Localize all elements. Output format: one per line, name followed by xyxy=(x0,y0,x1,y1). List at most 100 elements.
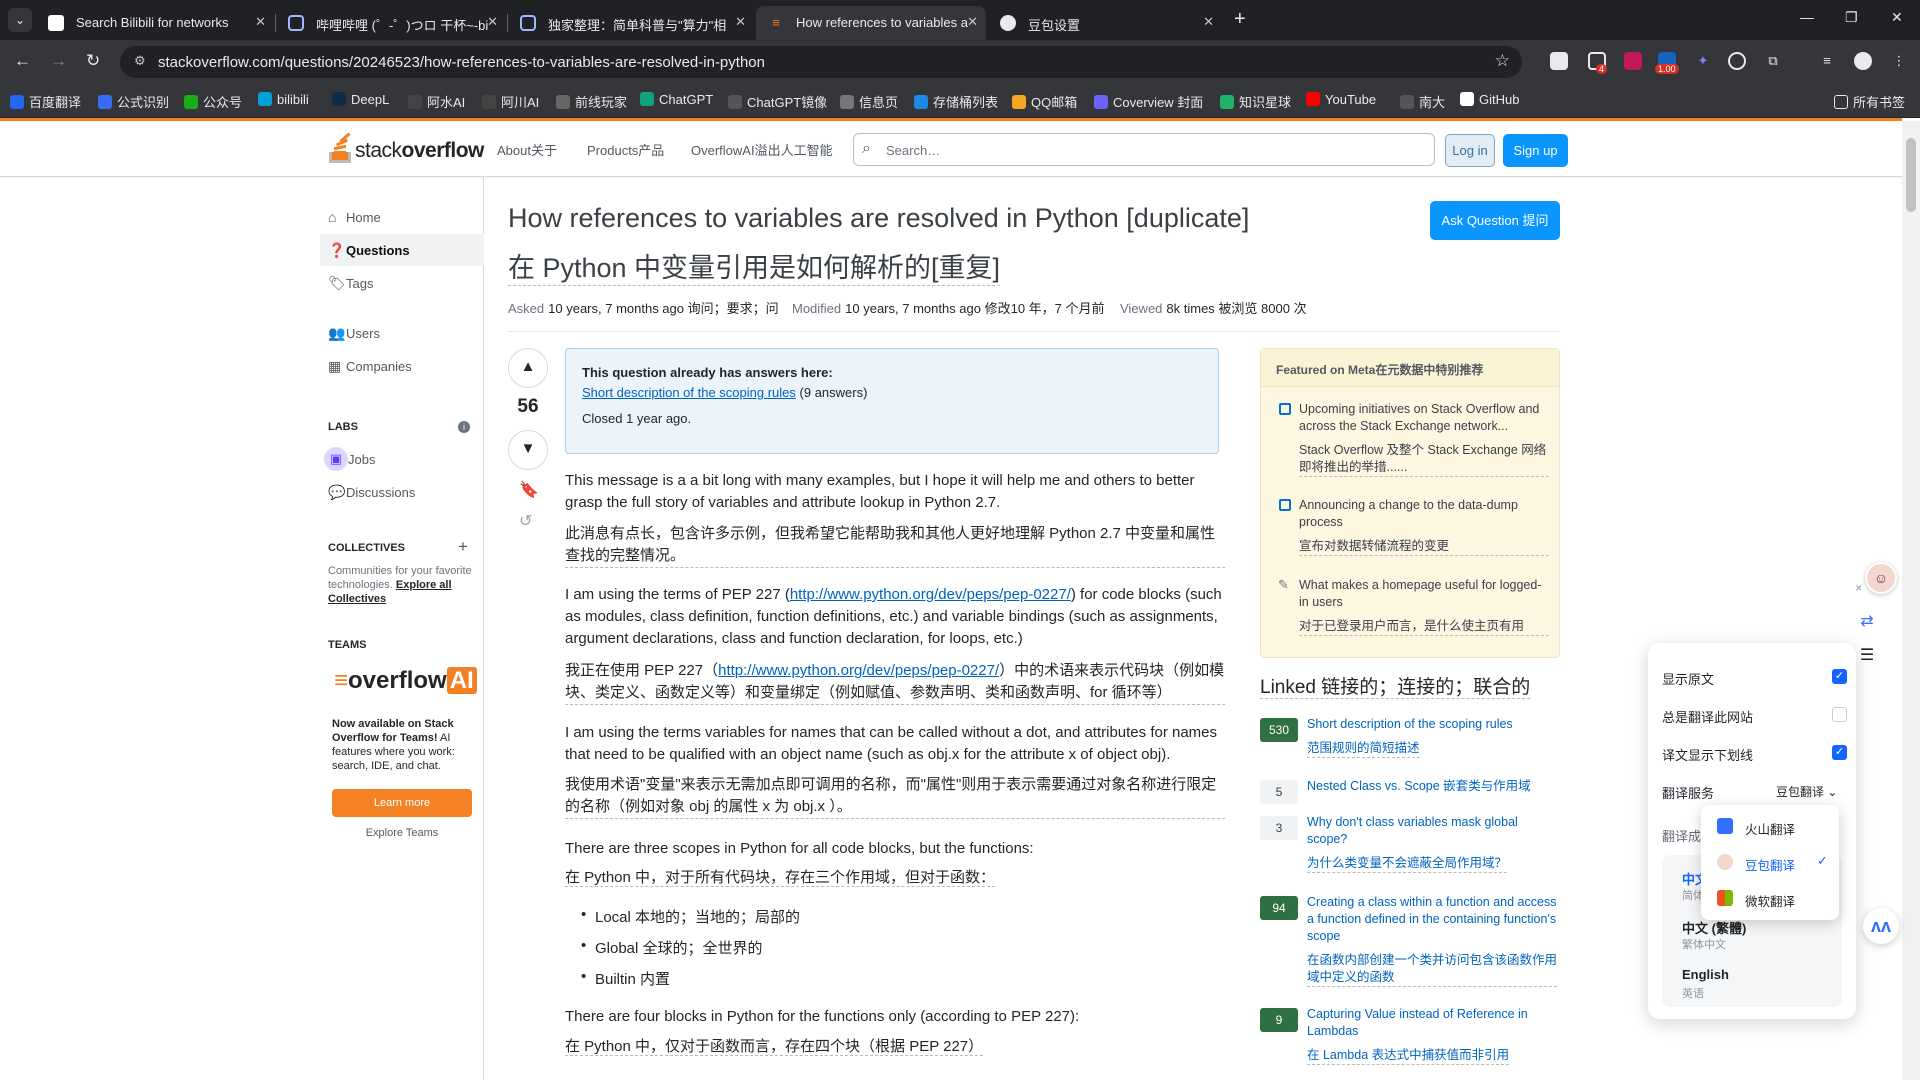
featured-item-1[interactable]: Upcoming initiatives on Stack Overflow a… xyxy=(1299,401,1549,477)
bookmark-item[interactable]: 公众号 xyxy=(184,92,242,111)
linked-question-link[interactable]: Short description of the scoping rules 范围… xyxy=(1307,716,1557,758)
bookmark-star-icon[interactable]: ☆ xyxy=(1495,51,1510,71)
close-tab-icon[interactable]: ✕ xyxy=(1203,14,1214,30)
bookmark-item[interactable]: 前线玩家 xyxy=(556,92,627,111)
translator-avatar[interactable]: ☺ xyxy=(1865,562,1897,594)
tab-stackoverflow-active[interactable]: ≡ How references to variables a ✕ xyxy=(756,6,986,40)
show-original-checkbox[interactable]: ✓ xyxy=(1832,669,1847,684)
nav-about[interactable]: About关于 xyxy=(497,140,557,159)
add-collective-icon[interactable]: + xyxy=(458,537,468,557)
question-title[interactable]: How references to variables are resolved… xyxy=(508,203,1249,234)
history-icon[interactable]: ↺ xyxy=(519,511,532,531)
nav-products[interactable]: Products产品 xyxy=(587,140,664,159)
lang-option-en[interactable]: English xyxy=(1682,967,1729,982)
login-button[interactable]: Log in xyxy=(1445,134,1495,167)
bookmark-item[interactable]: 阿水AI xyxy=(408,92,465,111)
service-option-volcano[interactable]: 火山翻译 xyxy=(1745,819,1795,838)
scrollbar-thumb[interactable] xyxy=(1906,138,1916,212)
bookmark-item[interactable]: 公式识别 xyxy=(98,92,169,111)
always-translate-checkbox[interactable] xyxy=(1832,707,1847,722)
page-scrollbar[interactable] xyxy=(1902,121,1920,1080)
linked-question-link[interactable]: Capturing Value instead of Reference in … xyxy=(1307,1006,1557,1065)
bookmark-item[interactable]: 南大 xyxy=(1400,92,1445,111)
bookmark-item[interactable]: Coverview 封面 xyxy=(1094,92,1203,111)
info-icon[interactable]: i xyxy=(458,421,470,433)
close-window-icon[interactable]: ✕ xyxy=(1891,9,1903,26)
service-option-doubao[interactable]: 豆包翻译 xyxy=(1745,855,1795,874)
bookmark-item[interactable]: 百度翻译 xyxy=(10,92,81,111)
browser-menu-icon[interactable]: ⋮ xyxy=(1890,52,1908,70)
reload-icon[interactable]: ↻ xyxy=(86,51,100,71)
bookmark-item[interactable]: 知识星球 xyxy=(1220,92,1291,111)
sidebar-item-tags[interactable]: 🏷 Tags xyxy=(320,267,484,299)
tab-doubao-settings[interactable]: 豆包设置 ✕ xyxy=(988,6,1222,40)
bookmark-item[interactable]: 信息页 xyxy=(840,92,898,111)
bookmark-item[interactable]: DeepL xyxy=(332,92,389,107)
close-tab-icon[interactable]: ✕ xyxy=(255,14,266,30)
sidebar-item-home[interactable]: ⌂ Home xyxy=(320,201,484,233)
bookmark-item[interactable]: YouTube xyxy=(1306,92,1376,107)
linked-question-link[interactable]: Why don't class variables mask global sc… xyxy=(1307,814,1557,873)
minimize-icon[interactable]: — xyxy=(1800,9,1814,25)
bookmark-item[interactable]: ChatGPT镜像 xyxy=(728,92,827,111)
url-text[interactable]: stackoverflow.com/questions/20246523/how… xyxy=(158,54,765,71)
pep227-link[interactable]: http://www.python.org/dev/peps/pep-0227/ xyxy=(790,586,1071,603)
sidebar-item-questions[interactable]: ❓ Questions xyxy=(320,234,484,266)
learn-more-button[interactable]: Learn more xyxy=(332,789,472,817)
bookmark-icon[interactable]: 🔖 xyxy=(519,480,539,500)
bookmark-item[interactable]: 存储桶列表 xyxy=(914,92,998,111)
extension-6-icon[interactable] xyxy=(1728,52,1746,70)
translate-icon[interactable]: ⇄ xyxy=(1852,607,1882,637)
bookmark-item[interactable]: ChatGPT xyxy=(640,92,713,107)
profile-avatar[interactable] xyxy=(1854,52,1872,70)
sidebar-item-discussions[interactable]: 💬 Discussions xyxy=(320,476,484,508)
all-bookmarks-folder[interactable]: 所有书签 xyxy=(1834,92,1905,111)
address-bar[interactable]: ⚙ stackoverflow.com/questions/20246523/h… xyxy=(120,46,1522,78)
new-tab-icon[interactable]: + xyxy=(1234,8,1246,31)
extension-1-icon[interactable] xyxy=(1550,52,1568,70)
bookmark-item[interactable]: QQ邮箱 xyxy=(1012,92,1077,111)
downvote-button[interactable]: ▼ xyxy=(508,430,548,470)
duplicate-link[interactable]: Short description of the scoping rules xyxy=(582,385,796,400)
service-option-microsoft[interactable]: 微软翻译 xyxy=(1745,891,1795,910)
service-select[interactable]: 豆包翻译 ⌄ xyxy=(1776,783,1837,800)
extension-3-icon[interactable] xyxy=(1624,52,1642,70)
sidebar-item-jobs[interactable]: ▣ Jobs xyxy=(320,443,484,475)
bookmark-item[interactable]: 阿川AI xyxy=(482,92,539,111)
linked-question-link[interactable]: Creating a class within a function and a… xyxy=(1307,894,1557,987)
tab-search-button[interactable]: ⌄ xyxy=(8,8,32,32)
underline-checkbox[interactable]: ✓ xyxy=(1832,745,1847,760)
close-tab-icon[interactable]: ✕ xyxy=(487,14,498,30)
extensions-puzzle-icon[interactable]: ⧉ xyxy=(1764,52,1782,70)
stackoverflow-logo[interactable]: stackoverflow xyxy=(328,132,484,163)
pep227-link-translation[interactable]: http://www.python.org/dev/peps/pep-0227/ xyxy=(718,662,999,679)
settings-sliders-icon[interactable]: ☰ xyxy=(1852,641,1882,671)
site-info-icon[interactable]: ⚙ xyxy=(134,53,146,69)
back-icon[interactable]: ← xyxy=(14,51,31,71)
upvote-button[interactable]: ▲ xyxy=(508,348,548,388)
tab-bilibili-home[interactable]: 哔哩哔哩 (゜-゜)つロ 干杯~-bi ✕ xyxy=(276,6,506,40)
close-tab-icon[interactable]: ✕ xyxy=(735,14,746,30)
bookmark-item[interactable]: GitHub xyxy=(1460,92,1519,107)
tab-bilibili-article[interactable]: 独家整理：简单科普与"算力"相 ✕ xyxy=(508,6,754,40)
lang-option-zh-hant[interactable]: 中文 (繁體) xyxy=(1682,918,1746,937)
close-small-icon[interactable]: ✕ xyxy=(1855,583,1863,594)
featured-item-3[interactable]: What makes a homepage useful for logged-… xyxy=(1299,577,1549,636)
extension-5-icon[interactable]: ✦ xyxy=(1694,52,1712,70)
linked-question-link[interactable]: Nested Class vs. Scope 嵌套类与作用域 xyxy=(1307,778,1557,795)
close-tab-icon[interactable]: ✕ xyxy=(967,14,978,30)
explore-teams-link[interactable]: Explore Teams xyxy=(328,827,476,839)
sidebar-item-users[interactable]: 👥 Users xyxy=(320,317,484,349)
restore-icon[interactable]: ❐ xyxy=(1845,9,1858,26)
sidebar-item-companies[interactable]: ▦ Companies xyxy=(320,350,484,382)
featured-item-2[interactable]: Announcing a change to the data-dump pro… xyxy=(1299,497,1549,556)
bookmark-item[interactable]: bilibili xyxy=(258,92,309,107)
signup-button[interactable]: Sign up xyxy=(1503,134,1568,167)
translator-float-logo-icon[interactable]: ʌʌ xyxy=(1863,908,1899,944)
ask-question-button[interactable]: Ask Question 提问 xyxy=(1430,201,1560,240)
search-input[interactable]: ⌕ Search… xyxy=(853,133,1435,166)
tab-bilibili-search[interactable]: Search Bilibili for networks ✕ xyxy=(36,6,274,40)
nav-overflowai[interactable]: OverflowAI溢出人工智能 xyxy=(691,140,833,159)
forward-icon[interactable]: → xyxy=(50,51,67,71)
media-control-icon[interactable]: ≡ xyxy=(1818,52,1836,70)
